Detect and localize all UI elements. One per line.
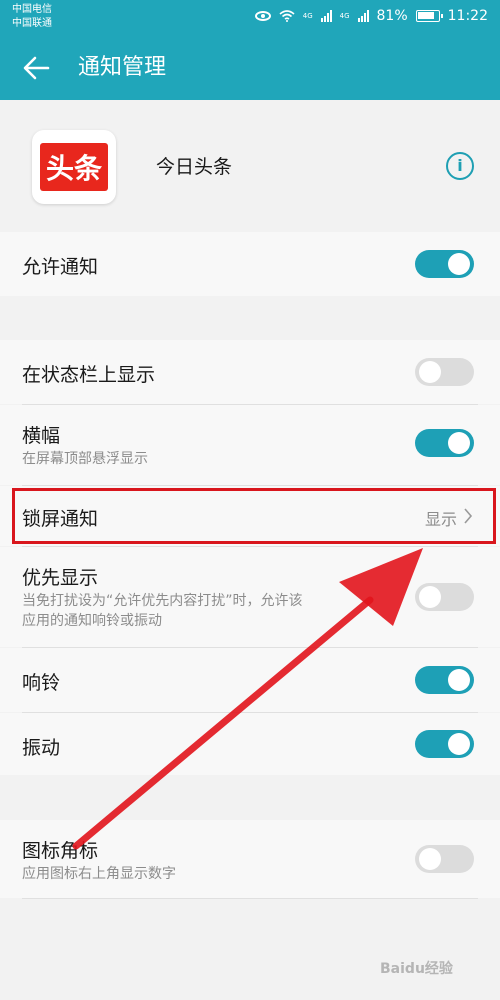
allow-notifications-label: 允许通知 <box>22 256 99 278</box>
chevron-right-icon <box>464 508 473 524</box>
ringtone-toggle[interactable] <box>415 666 474 694</box>
status-bar-display-label: 在状态栏上显示 <box>22 364 156 386</box>
ringtone-label: 响铃 <box>22 672 61 694</box>
back-arrow-icon[interactable] <box>18 50 54 86</box>
signal-icon-2 <box>357 10 369 22</box>
row-allow-notifications[interactable]: 允许通知 <box>0 232 500 296</box>
carrier-2: 中国联通 <box>12 18 52 29</box>
priority-display-subtitle-2: 应用的通知响铃或振动 <box>22 613 162 629</box>
signal-icon <box>320 10 332 22</box>
status-bar-display-toggle[interactable] <box>415 358 474 386</box>
carrier-1: 中国电信 <box>12 4 52 15</box>
status-bar: 中国电信 中国联通 4G 4G 81% 11:22 <box>0 0 500 36</box>
app-bar: 通知管理 <box>0 36 500 100</box>
lock-screen-label: 锁屏通知 <box>22 508 99 530</box>
app-logo-text: 头条 <box>40 143 108 191</box>
info-icon[interactable]: i <box>446 152 474 180</box>
badge-subtitle: 应用图标右上角显示数字 <box>22 866 176 882</box>
app-name: 今日头条 <box>156 156 233 178</box>
lock-screen-value: 显示 <box>425 510 458 529</box>
network-type-1: 4G <box>302 11 313 20</box>
carrier-info: 中国电信 中国联通 <box>12 3 52 31</box>
network-type-2: 4G <box>339 11 350 20</box>
wifi-icon <box>279 10 295 22</box>
row-priority-display[interactable]: 优先显示 当免打扰设为“允许优先内容打扰”时，允许该 应用的通知响铃或振动 <box>0 547 500 647</box>
app-logo: 头条 <box>32 130 116 204</box>
allow-notifications-toggle[interactable] <box>415 250 474 278</box>
row-vibration[interactable]: 振动 <box>0 713 500 775</box>
priority-display-label: 优先显示 <box>22 567 99 589</box>
badge-toggle[interactable] <box>415 845 474 873</box>
clock: 11:22 <box>447 8 488 24</box>
page-title: 通知管理 <box>78 55 167 80</box>
vibration-label: 振动 <box>22 737 61 759</box>
row-lock-screen[interactable]: 锁屏通知 显示 <box>0 486 500 546</box>
row-ringtone[interactable]: 响铃 <box>0 648 500 712</box>
row-status-bar-display[interactable]: 在状态栏上显示 <box>0 340 500 404</box>
row-banner[interactable]: 横幅 在屏幕顶部悬浮显示 <box>0 405 500 485</box>
watermark: Baidu经验 <box>380 961 453 977</box>
eye-comfort-icon <box>254 11 271 21</box>
priority-display-toggle[interactable] <box>415 583 474 611</box>
divider <box>22 898 478 899</box>
battery-percent: 81% <box>376 8 408 24</box>
banner-label: 横幅 <box>22 425 61 447</box>
banner-toggle[interactable] <box>415 429 474 457</box>
priority-display-subtitle-1: 当免打扰设为“允许优先内容打扰”时，允许该 <box>22 593 303 609</box>
badge-label: 图标角标 <box>22 840 99 862</box>
status-icons: 4G 4G 81% 11:22 <box>254 8 488 24</box>
battery-icon <box>415 10 443 22</box>
vibration-toggle[interactable] <box>415 730 474 758</box>
row-badge[interactable]: 图标角标 应用图标右上角显示数字 <box>0 820 500 898</box>
banner-subtitle: 在屏幕顶部悬浮显示 <box>22 451 148 467</box>
app-header: 头条 今日头条 i <box>0 100 500 230</box>
